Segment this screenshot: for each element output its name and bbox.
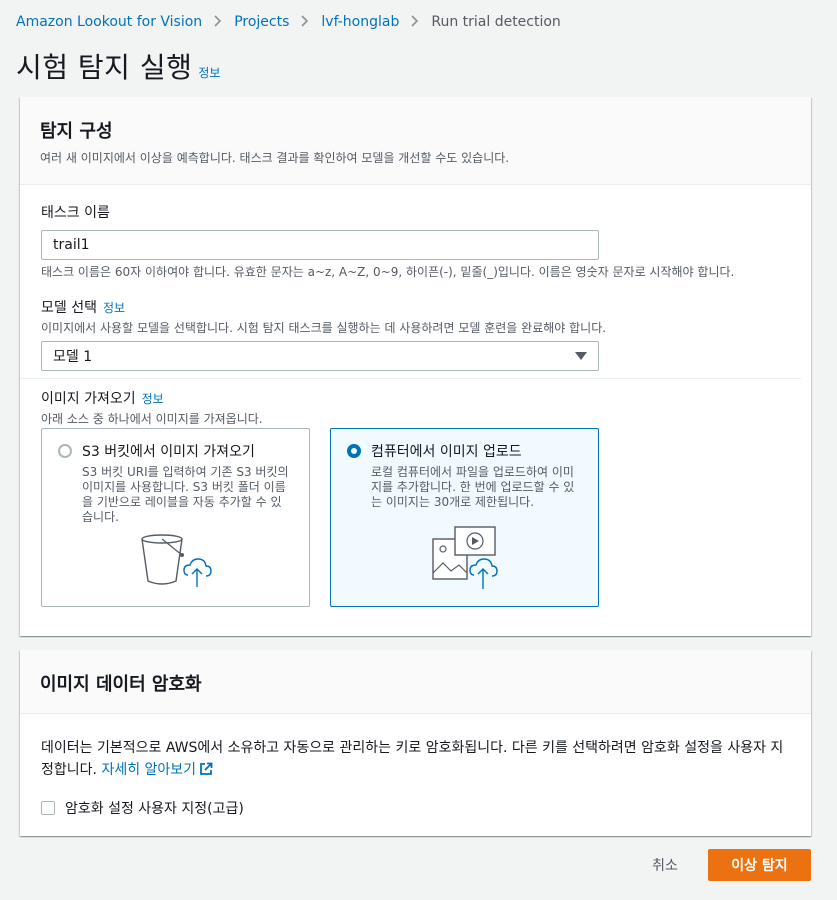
s3-bucket-upload-icon <box>141 534 212 587</box>
detection-config-panel: 탐지 구성 여러 새 이미지에서 이상을 예측합니다. 태스크 결과를 확인하여… <box>20 97 811 636</box>
detect-anomalies-button[interactable]: 이상 탐지 <box>708 849 811 881</box>
image-encryption-panel: 이미지 데이터 암호화 데이터는 기본적으로 AWS에서 소유하고 자동으로 관… <box>20 650 811 836</box>
radio-s3[interactable] <box>58 444 72 458</box>
import-images-field: 이미지 가져오기 정보 아래 소스 중 하나에서 이미지를 가져옵니다. <box>41 388 263 427</box>
import-from-s3-tile[interactable]: S3 버킷에서 이미지 가져오기 S3 버킷 URI를 입력하여 기존 S3 버… <box>41 428 310 607</box>
model-label: 모델 선택 정보 <box>41 297 606 317</box>
tile-computer-title: 컴퓨터에서 이미지 업로드 <box>371 444 522 460</box>
chevron-right-icon <box>405 12 425 31</box>
breadcrumb-project-lvf-honglab[interactable]: lvf-honglab <box>321 14 399 30</box>
task-name-label: 태스크 이름 <box>41 205 110 221</box>
panel-description: 여러 새 이미지에서 이상을 예측합니다. 태스크 결과를 확인하여 모델을 개… <box>40 151 510 165</box>
image-video-upload-icon <box>432 526 498 589</box>
import-label: 이미지 가져오기 정보 <box>41 388 263 408</box>
tile-s3-title: S3 버킷에서 이미지 가져오기 <box>82 444 255 460</box>
upload-from-computer-tile[interactable]: 컴퓨터에서 이미지 업로드 로컬 컴퓨터에서 파일을 업로드하여 이미지를 추가… <box>330 428 599 607</box>
caret-down-icon <box>575 352 587 360</box>
panel-header: 이미지 데이터 암호화 <box>20 650 811 714</box>
import-label-text: 이미지 가져오기 <box>41 391 136 407</box>
encryption-description: 데이터는 기본적으로 AWS에서 소유하고 자동으로 관리하는 키로 암호화됩니… <box>41 737 791 781</box>
chevron-right-icon <box>208 12 228 31</box>
breadcrumb-projects[interactable]: Projects <box>234 14 289 30</box>
page-info-link[interactable]: 정보 <box>198 64 220 81</box>
custom-encryption-option: 암호화 설정 사용자 지정(고급) <box>41 798 244 818</box>
breadcrumb-lookout-for-vision[interactable]: Amazon Lookout for Vision <box>16 14 202 30</box>
panel-title: 탐지 구성 <box>40 121 113 142</box>
radio-computer[interactable] <box>347 444 361 458</box>
page-title: 시험 탐지 실행 <box>16 51 193 84</box>
import-description: 아래 소스 중 하나에서 이미지를 가져옵니다. <box>41 412 263 426</box>
external-link-icon <box>200 762 213 775</box>
import-info-link[interactable]: 정보 <box>142 390 164 407</box>
custom-encryption-label: 암호화 설정 사용자 지정(고급) <box>65 801 244 817</box>
panel-header: 탐지 구성 여러 새 이미지에서 이상을 예측합니다. 태스크 결과를 확인하여… <box>20 97 811 185</box>
tile-computer-description: 로컬 컴퓨터에서 파일을 업로드하여 이미지를 추가합니다. 한 번에 업로드할… <box>371 465 575 509</box>
learn-more-link[interactable]: 자세히 알아보기 <box>101 762 213 778</box>
tile-s3-description: S3 버킷 URI를 입력하여 기존 S3 버킷의 이미지를 사용합니다. S3… <box>82 465 289 524</box>
model-select-field: 모델 선택 정보 이미지에서 사용할 모델을 선택합니다. 시험 탐지 태스크를… <box>41 297 606 371</box>
task-name-field: 태스크 이름 태스크 이름은 60자 이하여야 합니다. 유효한 문자는 a~z… <box>41 202 734 280</box>
learn-more-text: 자세히 알아보기 <box>101 762 197 778</box>
chevron-right-icon <box>295 12 315 31</box>
task-name-input[interactable] <box>41 230 599 260</box>
page-header: 시험 탐지 실행 정보 <box>16 46 220 86</box>
custom-encryption-checkbox[interactable] <box>41 801 55 815</box>
model-select-value: 모델 1 <box>53 349 93 365</box>
breadcrumb: Amazon Lookout for Vision Projects lvf-h… <box>16 12 561 31</box>
panel-title: 이미지 데이터 암호화 <box>40 674 202 695</box>
model-select[interactable]: 모델 1 <box>41 341 599 371</box>
model-label-text: 모델 선택 <box>41 300 97 316</box>
breadcrumb-current: Run trial detection <box>431 13 561 30</box>
cancel-button[interactable]: 취소 <box>630 849 700 881</box>
section-divider <box>20 378 801 379</box>
model-description: 이미지에서 사용할 모델을 선택합니다. 시험 탐지 태스크를 실행하는 데 사… <box>41 321 607 335</box>
model-info-link[interactable]: 정보 <box>103 299 125 316</box>
task-name-constraint: 태스크 이름은 60자 이하여야 합니다. 유효한 문자는 a~z, A~Z, … <box>41 265 735 279</box>
